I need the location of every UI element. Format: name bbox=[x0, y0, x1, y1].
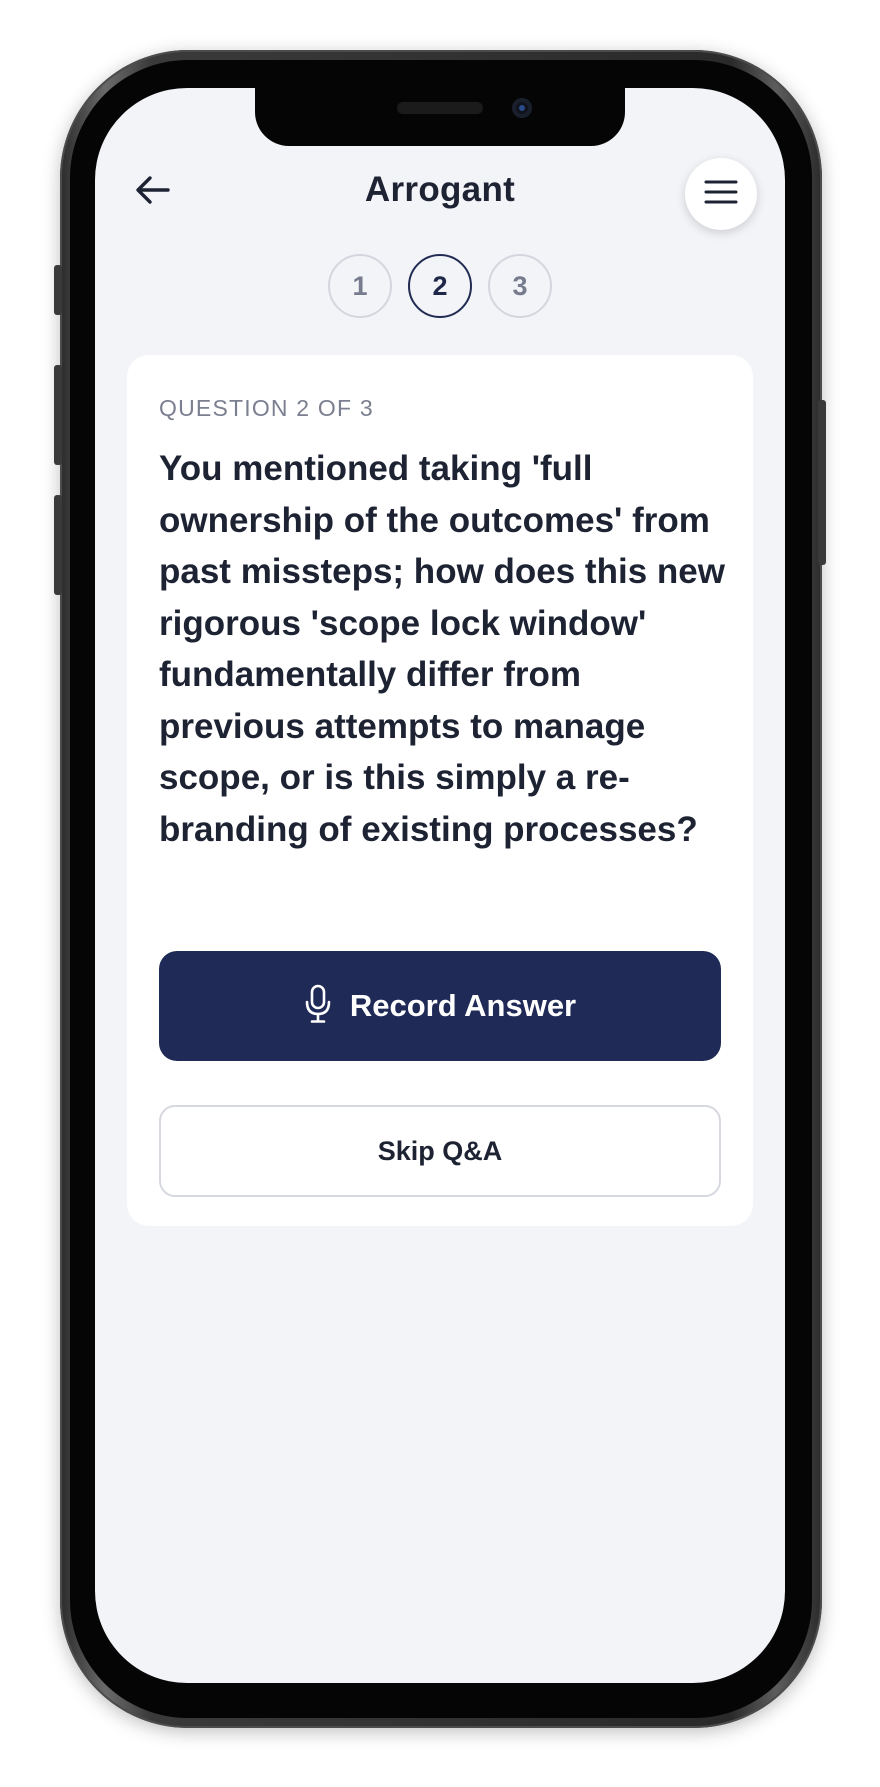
question-text: You mentioned taking 'full ownership of … bbox=[159, 449, 725, 849]
step-indicator: 1 2 3 bbox=[95, 254, 785, 318]
device-mockup: Arrogant 1 2 3 QUESTION 2 OF 3 You menti… bbox=[0, 0, 880, 1787]
skip-qa-button[interactable]: Skip Q&A bbox=[159, 1105, 721, 1197]
mute-switch bbox=[54, 265, 62, 315]
menu-button[interactable] bbox=[685, 158, 757, 230]
app-header: Arrogant bbox=[95, 158, 785, 230]
step-2[interactable]: 2 bbox=[408, 254, 472, 318]
speaker-grille bbox=[397, 102, 483, 114]
notch bbox=[255, 88, 625, 146]
record-answer-button[interactable]: Record Answer bbox=[159, 951, 721, 1061]
step-1[interactable]: 1 bbox=[328, 254, 392, 318]
volume-down-button bbox=[54, 495, 62, 595]
question-card: QUESTION 2 OF 3 You mentioned taking 'fu… bbox=[127, 355, 753, 1226]
power-button bbox=[818, 400, 826, 565]
step-3[interactable]: 3 bbox=[488, 254, 552, 318]
volume-up-button bbox=[54, 365, 62, 465]
front-camera bbox=[512, 98, 532, 118]
microphone-icon bbox=[304, 984, 332, 1029]
question-counter: QUESTION 2 OF 3 bbox=[159, 395, 374, 421]
hamburger-menu-icon bbox=[704, 179, 738, 210]
app-screen: Arrogant 1 2 3 QUESTION 2 OF 3 You menti… bbox=[95, 88, 785, 1683]
page-title: Arrogant bbox=[364, 170, 516, 209]
record-answer-label: Record Answer bbox=[349, 988, 577, 1023]
